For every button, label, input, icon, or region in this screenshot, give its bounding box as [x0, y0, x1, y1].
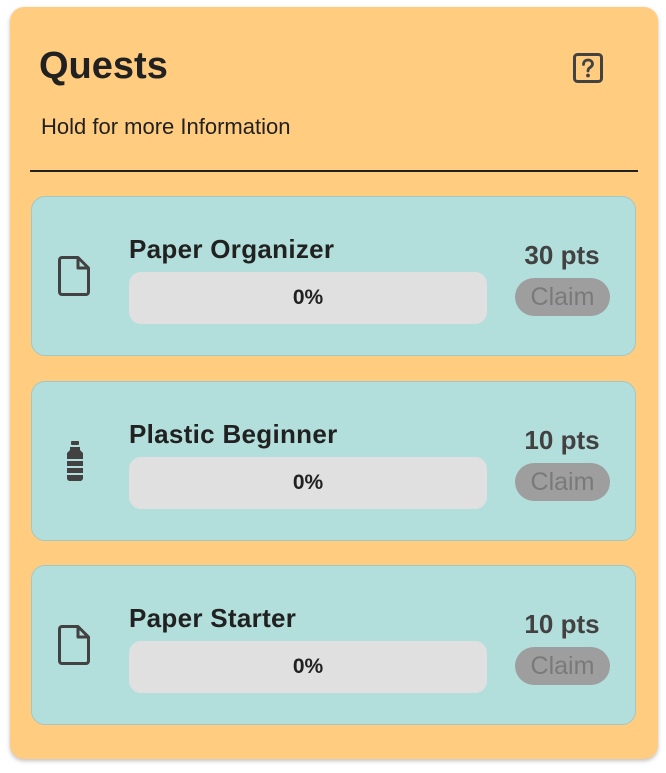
quest-name: Plastic Beginner: [129, 419, 338, 449]
claim-button[interactable]: Claim: [515, 463, 610, 501]
quest-item[interactable]: Paper Organizer 0% 30 pts Claim: [31, 196, 636, 356]
progress-label: 0%: [292, 471, 324, 494]
quest-points: 10 pts: [524, 609, 600, 639]
progress-bar: 0%: [129, 641, 487, 693]
progress-label: 0%: [292, 655, 324, 678]
help-box-icon: [573, 53, 603, 83]
claim-button[interactable]: Claim: [515, 278, 610, 316]
subtitle: Hold for more Information: [41, 114, 291, 139]
quest-item[interactable]: Plastic Beginner 0% 10 pts Claim: [31, 381, 636, 541]
quest-points: 10 pts: [524, 425, 600, 455]
quest-name: Paper Starter: [129, 603, 297, 633]
header-divider: [30, 170, 638, 172]
quest-item[interactable]: Paper Starter 0% 10 pts Claim: [31, 565, 636, 725]
progress-bar: 0%: [129, 457, 487, 509]
quest-name: Paper Organizer: [129, 234, 335, 264]
progress-bar: 0%: [129, 272, 487, 324]
file-icon: [58, 255, 92, 297]
bottle-icon: [58, 440, 92, 482]
progress-label: 0%: [292, 286, 324, 309]
quests-card: Quests Hold for more Information Paper O…: [10, 7, 658, 759]
quest-points: 30 pts: [524, 240, 600, 270]
help-button[interactable]: [572, 52, 604, 84]
file-icon: [58, 624, 92, 666]
page-title: Quests: [39, 45, 168, 87]
claim-button[interactable]: Claim: [515, 647, 610, 685]
